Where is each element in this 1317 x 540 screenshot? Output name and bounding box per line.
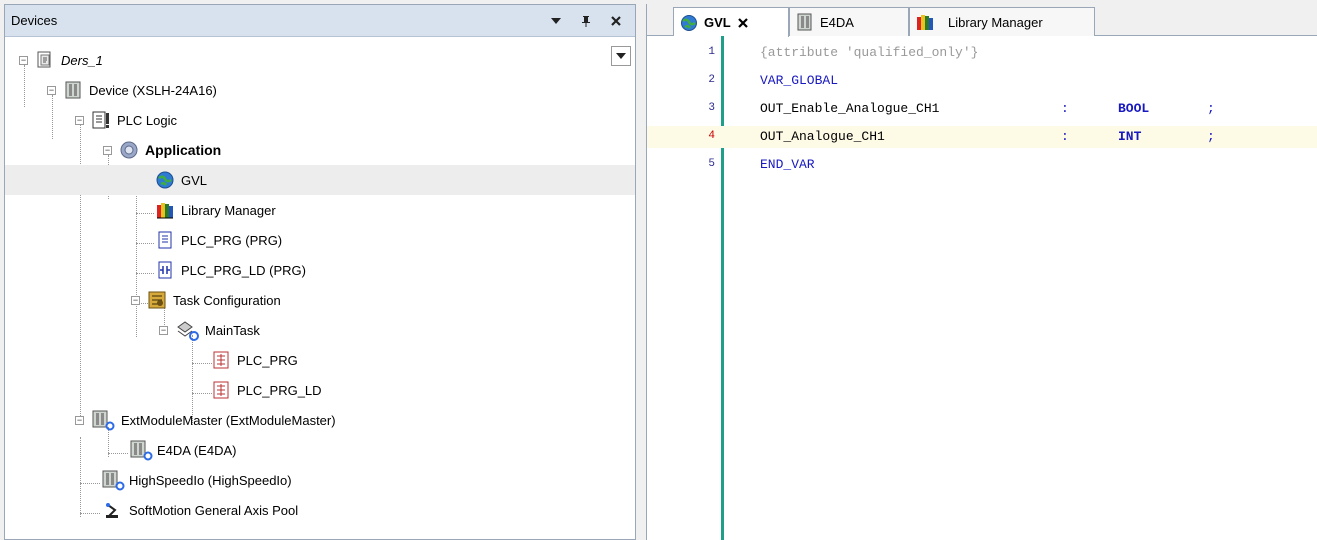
tree-node-label: Device (XSLH-24A16) — [89, 82, 217, 98]
variable-type: BOOL — [1118, 101, 1150, 116]
globe-icon — [680, 14, 698, 32]
tree-node-label: HighSpeedIo (HighSpeedIo) — [129, 472, 292, 488]
editor-panel: GVL E4DA Library Manager 1 {attribute 'q… — [646, 4, 1317, 540]
tree-node-high-speed-io[interactable]: HighSpeedIo (HighSpeedIo) — [5, 465, 635, 495]
tab-library-manager[interactable]: Library Manager — [909, 7, 1095, 36]
tree-node-softmotion[interactable]: SoftMotion General Axis Pool — [5, 495, 635, 525]
task-configuration-icon — [147, 290, 167, 310]
code-line: 5 END_VAR — [647, 154, 1317, 176]
tree-node-library-manager[interactable]: Library Manager — [5, 195, 635, 225]
tree-node-label: MainTask — [205, 322, 260, 338]
globe-icon — [155, 170, 175, 190]
tab-gvl[interactable]: GVL — [673, 7, 789, 37]
collapse-icon[interactable]: − — [75, 115, 84, 125]
variable-name: OUT_Enable_Analogue_CH1 — [760, 101, 940, 116]
project-icon — [35, 50, 55, 70]
collapse-icon[interactable]: − — [131, 295, 140, 305]
program-call-icon — [211, 350, 231, 370]
tree-node-task-plc-prg-ld[interactable]: PLC_PRG_LD — [5, 375, 635, 405]
tree-node-label: PLC_PRG (PRG) — [181, 232, 283, 248]
line-number: 2 — [708, 74, 715, 86]
code-text: VAR_GLOBAL — [760, 73, 839, 88]
tree-node-ders-1[interactable]: − Ders_1 — [5, 45, 635, 75]
tree-node-plc-prg[interactable]: PLC_PRG (PRG) — [5, 225, 635, 255]
line-number: 3 — [708, 102, 715, 114]
collapse-icon[interactable]: − — [47, 85, 56, 95]
tree-node-label: GVL — [181, 172, 208, 188]
collapse-icon[interactable]: − — [159, 325, 168, 335]
task-icon — [175, 319, 199, 341]
tree-node-ext-module-master[interactable]: − ExtModuleMaster (ExtModuleMaster) — [5, 405, 635, 435]
tree-node-task-configuration[interactable]: − Task Configuration — [5, 285, 635, 315]
code-text: {attribute 'qualified_only'} — [760, 45, 979, 60]
tree-node-application[interactable]: − Application — [5, 135, 635, 165]
code-line: 1 {attribute 'qualified_only'} — [647, 42, 1317, 64]
tree-node-plc-logic[interactable]: − PLC Logic — [5, 105, 635, 135]
tree-node-label: E4DA (E4DA) — [157, 442, 237, 458]
tree-node-label: ExtModuleMaster (ExtModuleMaster) — [121, 412, 336, 428]
tree-node-label: PLC_PRG_LD — [237, 382, 322, 398]
collapse-icon[interactable]: − — [75, 415, 84, 425]
tree-node-main-task[interactable]: − MainTask — [5, 315, 635, 345]
device-icon — [63, 80, 83, 100]
plc-logic-icon — [91, 110, 111, 130]
tree-node-label: PLC Logic — [117, 112, 177, 128]
collapse-icon[interactable]: − — [103, 145, 112, 155]
tab-label: Library Manager — [948, 14, 1043, 30]
devices-panel-title: Devices — [11, 13, 58, 28]
device-icon — [796, 13, 814, 31]
variable-name: OUT_Analogue_CH1 — [760, 129, 885, 144]
axis-pool-icon — [103, 500, 123, 520]
close-tab-icon[interactable] — [737, 15, 748, 31]
editor-tabstrip: GVL E4DA Library Manager — [647, 4, 1317, 37]
library-books-icon — [916, 13, 934, 31]
tree-node-label: Task Configuration — [173, 292, 281, 308]
module-icon — [101, 469, 125, 491]
st-program-icon — [155, 230, 175, 250]
colon: : — [1061, 129, 1069, 144]
code-line-current: 4 OUT_Analogue_CH1 : INT ; — [647, 126, 1317, 148]
tab-label: GVL — [704, 15, 731, 30]
semicolon: ; — [1207, 101, 1215, 116]
module-icon — [91, 409, 115, 431]
line-number: 4 — [708, 130, 715, 142]
tree-node-label: SoftMotion General Axis Pool — [129, 502, 299, 518]
module-icon — [129, 439, 153, 461]
program-call-icon — [211, 380, 231, 400]
tree-node-label: PLC_PRG — [237, 352, 298, 368]
tree-node-device[interactable]: − Device (XSLH-24A16) — [5, 75, 635, 105]
tree-node-label: Library Manager — [181, 202, 276, 218]
application-gear-icon — [119, 140, 139, 160]
code-text: END_VAR — [760, 157, 815, 172]
tab-e4da[interactable]: E4DA — [789, 7, 909, 36]
tree-node-plc-prg-ld[interactable]: PLC_PRG_LD (PRG) — [5, 255, 635, 285]
collapse-icon[interactable]: − — [19, 55, 28, 65]
line-number: 1 — [708, 46, 715, 58]
device-tree: − Ders_1 − Device (XSLH-24A16) − PLC Log… — [5, 37, 635, 537]
code-line: 3 OUT_Enable_Analogue_CH1 : BOOL ; — [647, 98, 1317, 120]
tab-label: E4DA — [820, 14, 854, 30]
dropdown-menu-icon[interactable] — [545, 10, 567, 32]
tree-node-label: Application — [145, 142, 222, 158]
line-number: 5 — [708, 158, 715, 170]
close-icon[interactable] — [605, 10, 627, 32]
tree-node-task-plc-prg[interactable]: PLC_PRG — [5, 345, 635, 375]
library-books-icon — [155, 200, 175, 220]
tree-node-label: Ders_1 — [61, 52, 103, 68]
devices-panel: Devices − Ders_1 − Device (XSLH-24A16) −… — [4, 4, 636, 540]
ladder-program-icon — [155, 260, 175, 280]
code-editor[interactable]: 1 {attribute 'qualified_only'} 2 VAR_GLO… — [647, 36, 1317, 540]
pin-icon[interactable] — [575, 10, 597, 32]
tree-node-gvl[interactable]: GVL — [5, 165, 635, 195]
semicolon: ; — [1207, 129, 1215, 144]
code-line: 2 VAR_GLOBAL — [647, 70, 1317, 92]
variable-type: INT — [1118, 129, 1142, 144]
colon: : — [1061, 101, 1069, 116]
devices-panel-header: Devices — [5, 5, 635, 37]
tree-node-e4da[interactable]: E4DA (E4DA) — [5, 435, 635, 465]
tree-node-label: PLC_PRG_LD (PRG) — [181, 262, 306, 278]
